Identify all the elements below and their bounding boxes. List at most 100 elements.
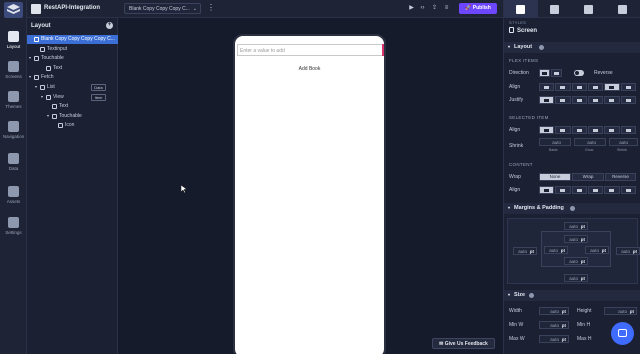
align-option[interactable] <box>587 83 604 91</box>
tree-node-badge[interactable]: Item <box>91 93 106 101</box>
margins-section-header[interactable]: ▾ Margins & Padding <box>504 203 640 214</box>
align-option[interactable] <box>539 83 555 91</box>
width-field[interactable]: auto pt <box>539 307 569 315</box>
align-self-options[interactable] <box>539 126 637 134</box>
align-self-option[interactable] <box>604 126 620 134</box>
code-icon[interactable]: ‹› <box>419 5 426 12</box>
margin-right-field[interactable]: auto pt <box>616 247 640 255</box>
chevron-down-icon[interactable]: ▾ <box>29 74 31 79</box>
direction-toggle[interactable] <box>539 69 563 77</box>
justify-options[interactable] <box>539 96 637 104</box>
padding-right-field[interactable]: auto pt <box>585 246 609 254</box>
data-icon <box>8 153 19 164</box>
wrap-none-option[interactable]: None <box>539 173 571 181</box>
height-field[interactable]: auto pt <box>604 307 637 315</box>
tree-node[interactable]: Text <box>27 64 118 73</box>
size-section-header[interactable]: ▾ Size <box>504 290 640 301</box>
justify-option[interactable] <box>604 96 620 104</box>
rail-item-layout[interactable]: Layout <box>0 28 27 56</box>
justify-option[interactable] <box>555 96 571 104</box>
tree-node[interactable]: ▾ Touchable <box>27 112 118 121</box>
value-input[interactable]: Enter a value to add <box>237 44 384 56</box>
tree-node[interactable]: Textinput <box>27 45 118 54</box>
justify-option[interactable] <box>539 96 555 104</box>
grow-field[interactable]: auto <box>574 138 606 146</box>
align-option[interactable] <box>555 83 571 91</box>
direction-row-option[interactable] <box>539 69 550 77</box>
tab-config[interactable] <box>606 0 640 18</box>
align-content-option[interactable] <box>587 186 604 194</box>
tree-node[interactable]: ▾ List Data <box>27 83 118 92</box>
tab-image[interactable] <box>538 0 572 18</box>
chevron-down-icon[interactable]: ▾ <box>47 113 49 118</box>
add-book-button[interactable]: Add Book <box>235 66 384 72</box>
align-content-option[interactable] <box>571 186 587 194</box>
margin-top-field[interactable]: auto pt <box>564 222 588 230</box>
screen-select[interactable]: Blank Copy Copy Copy C... ⌄ <box>124 3 201 14</box>
align-self-option[interactable] <box>571 126 587 134</box>
align-self-option[interactable] <box>539 126 555 134</box>
rail-item-assets[interactable]: Assets <box>0 183 27 211</box>
rail-item-themes[interactable]: Themes <box>0 88 27 116</box>
tree-node[interactable]: ▾ Fetch <box>27 73 118 82</box>
chevron-down-icon[interactable]: ▾ <box>35 84 37 89</box>
align-option[interactable] <box>604 83 620 91</box>
play-icon[interactable]: ▶ <box>408 5 415 12</box>
tree-node[interactable]: Text <box>27 102 118 111</box>
rail-item-navigation[interactable]: Navigation <box>0 118 27 146</box>
share-icon[interactable]: ≡ <box>443 5 450 12</box>
align-option[interactable] <box>571 83 587 91</box>
align-content-option[interactable] <box>555 186 571 194</box>
align-content-option[interactable] <box>604 186 620 194</box>
align-self-option[interactable] <box>620 126 636 134</box>
wrap-wrap-option[interactable]: Wrap <box>572 173 604 181</box>
tree-node[interactable]: ▾ Touchable <box>27 54 118 63</box>
padding-left-field[interactable]: auto pt <box>544 246 568 254</box>
justify-option[interactable] <box>620 96 636 104</box>
align-self-option[interactable] <box>555 126 571 134</box>
rail-item-screens[interactable]: Screens <box>0 58 27 86</box>
info-icon[interactable] <box>570 206 575 211</box>
rail-item-settings[interactable]: Settings <box>0 214 27 242</box>
reverse-toggle[interactable] <box>574 70 584 76</box>
more-options-icon[interactable]: ⋮ <box>207 3 215 14</box>
info-icon[interactable] <box>529 293 534 298</box>
give-feedback-button[interactable]: ✉ Give Us Feedback <box>432 338 495 349</box>
image-icon <box>550 5 559 14</box>
align-content-options[interactable] <box>539 186 637 194</box>
app-logo-icon[interactable] <box>4 2 23 18</box>
tree-node[interactable]: Blank Copy Copy Copy Copy C... <box>27 35 118 44</box>
tree-node[interactable]: Icon <box>27 121 118 130</box>
layout-section-header[interactable]: ▾ Layout <box>504 42 640 53</box>
align-self-option[interactable] <box>587 126 604 134</box>
align-content-option[interactable] <box>620 186 636 194</box>
min-width-field[interactable]: auto pt <box>539 321 569 329</box>
wrap-reverse-option[interactable]: Reverse <box>605 173 636 181</box>
info-icon[interactable] <box>539 45 544 50</box>
tree-node[interactable]: ▾ View Item <box>27 93 118 102</box>
chat-support-button[interactable] <box>611 322 634 345</box>
justify-option[interactable] <box>587 96 604 104</box>
publish-button[interactable]: 🚀 Publish <box>459 3 497 14</box>
max-width-field[interactable]: auto pt <box>539 335 569 343</box>
basis-field[interactable]: auto <box>539 138 571 146</box>
wrap-options[interactable]: None Wrap Reverse <box>539 173 637 181</box>
tab-styles[interactable] <box>504 0 538 18</box>
margin-left-field[interactable]: auto pt <box>513 247 537 255</box>
tree-node-badge[interactable]: Data <box>91 84 106 91</box>
padding-bottom-field[interactable]: auto pt <box>564 257 588 265</box>
justify-option[interactable] <box>571 96 587 104</box>
align-option[interactable] <box>620 83 636 91</box>
export-icon[interactable]: ⇪ <box>431 5 438 12</box>
align-items-options[interactable] <box>539 83 637 91</box>
chevron-down-icon[interactable]: ▾ <box>41 94 43 99</box>
rail-item-data[interactable]: Data <box>0 150 27 178</box>
chevron-down-icon[interactable]: ▾ <box>29 55 31 60</box>
direction-column-option[interactable] <box>551 69 562 77</box>
shrink-field[interactable]: auto <box>609 138 638 146</box>
align-content-option[interactable] <box>539 186 555 194</box>
add-component-icon[interactable]: + <box>106 22 113 29</box>
tab-data[interactable] <box>572 0 606 18</box>
padding-top-field[interactable]: auto pt <box>564 235 588 243</box>
margin-bottom-field[interactable]: auto pt <box>564 274 588 282</box>
